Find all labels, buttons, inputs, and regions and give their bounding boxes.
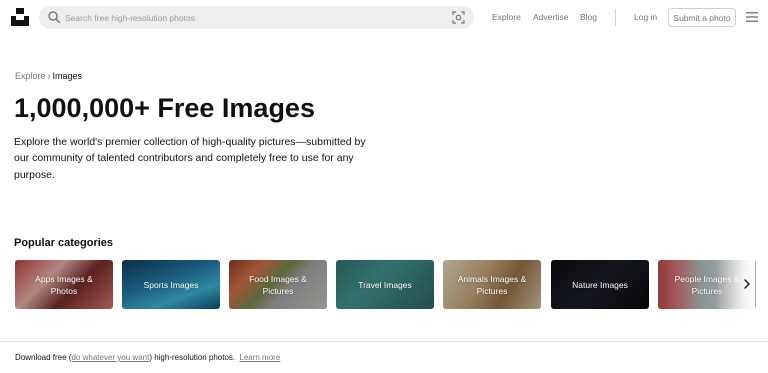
nav-divider: [615, 9, 616, 26]
category-carousel: Apps Images & Photos Sports Images Food …: [15, 260, 760, 309]
search-input[interactable]: [65, 6, 445, 29]
footer-divider: [0, 341, 768, 342]
category-label: Apps Images & Photos: [35, 273, 93, 296]
breadcrumb-current: Images: [52, 71, 83, 81]
login-link[interactable]: Log in: [634, 12, 657, 22]
breadcrumb: Explore › Images: [15, 71, 82, 81]
nav-advertise-link[interactable]: Advertise: [533, 12, 568, 22]
hamburger-menu-icon[interactable]: [746, 12, 758, 22]
category-label: Food Images & Pictures: [249, 273, 307, 296]
category-card-travel[interactable]: Travel Images: [336, 260, 434, 309]
nav-explore-link[interactable]: Explore: [492, 12, 521, 22]
popular-categories-heading: Popular categories: [14, 237, 114, 249]
top-navbar: Explore Advertise Blog Log in Submit a p…: [0, 0, 768, 34]
category-label: Nature Images: [572, 279, 628, 290]
nav-blog-link[interactable]: Blog: [580, 12, 597, 22]
page-title: 1,000,000+ Free Images: [14, 93, 315, 123]
carousel-next-button[interactable]: [739, 276, 755, 292]
download-note-prefix: Download free (: [15, 353, 72, 362]
category-card-nature[interactable]: Nature Images: [551, 260, 649, 309]
chevron-right-icon: [744, 279, 750, 289]
category-card-animals[interactable]: Animals Images & Pictures: [443, 260, 541, 309]
category-card-sports[interactable]: Sports Images: [122, 260, 220, 309]
visual-search-icon[interactable]: [452, 11, 465, 24]
license-link[interactable]: do whatever you want: [71, 353, 149, 362]
search-bar: [39, 6, 474, 29]
category-card-apps[interactable]: Apps Images & Photos: [15, 260, 113, 309]
category-label: Travel Images: [358, 279, 412, 290]
learn-more-link[interactable]: Learn more: [239, 353, 280, 362]
category-label: Animals Images & Pictures: [457, 273, 527, 296]
breadcrumb-separator: ›: [47, 71, 51, 81]
search-icon[interactable]: [47, 10, 61, 24]
breadcrumb-explore-link[interactable]: Explore: [15, 71, 46, 81]
download-note: Download free (do whatever you want) hig…: [15, 353, 280, 362]
download-note-suffix: ) high-resolution photos.: [149, 353, 236, 362]
unsplash-logo-icon[interactable]: [11, 8, 29, 26]
page-description: Explore the world's premier collection o…: [14, 136, 366, 181]
category-card-food[interactable]: Food Images & Pictures: [229, 260, 327, 309]
submit-photo-button[interactable]: Submit a photo: [668, 8, 736, 27]
category-label: Sports Images: [143, 279, 199, 290]
